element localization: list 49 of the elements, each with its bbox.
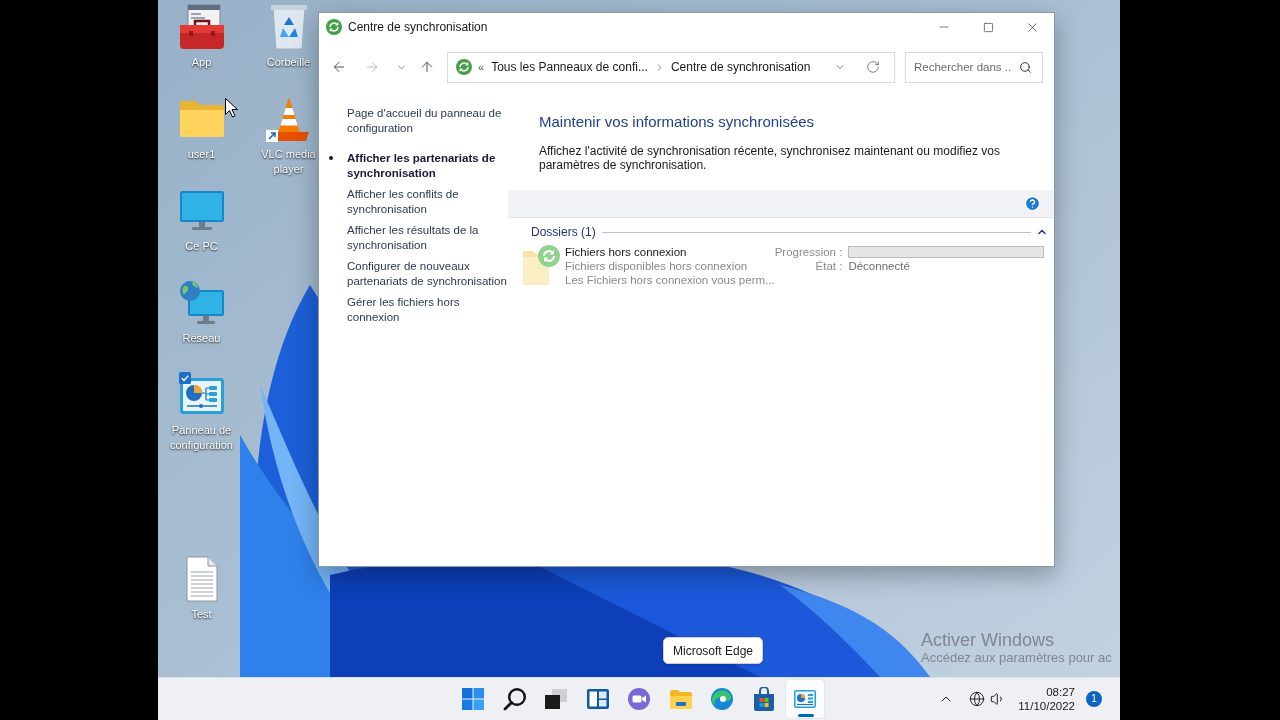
browser-icon[interactable] xyxy=(710,687,734,711)
item-name[interactable]: Fichiers hors connexion xyxy=(565,245,775,259)
sidebar-link[interactable]: Configurer de nouveaux partenariats de synchronisation xyxy=(347,259,507,288)
breadcrumb[interactable]: Centre de synchronisation xyxy=(670,58,811,76)
sidebar-link[interactable]: Afficher les conflits de synchronisation xyxy=(347,187,507,216)
maximize-icon[interactable] xyxy=(982,21,994,33)
item-subtitle: Fichiers disponibles hors connexion xyxy=(565,259,749,273)
taskbar-button[interactable] xyxy=(785,679,825,719)
globe-icon[interactable] xyxy=(969,691,986,707)
dashboard-chart-icon[interactable] xyxy=(793,687,817,711)
notification-badge[interactable]: 1 xyxy=(1086,691,1102,707)
windows-logo-icon[interactable] xyxy=(461,687,485,711)
clock-time[interactable]: 08:27 xyxy=(1046,685,1075,699)
sync-icon xyxy=(456,59,472,75)
help-icon[interactable] xyxy=(1024,195,1041,212)
folder-icon[interactable] xyxy=(668,687,693,711)
sidebar-link[interactable]: Afficher les résultats de la synchronisation xyxy=(347,223,507,252)
window-title: Centre de synchronisation xyxy=(348,19,488,36)
widgets-icon[interactable] xyxy=(585,687,610,711)
breadcrumb[interactable]: Tous les Panneaux de confi... xyxy=(491,58,648,76)
toolbox-icon[interactable] xyxy=(178,4,225,50)
address-bar[interactable]: « Tous les Panneaux de confi... Centre de synchronisation xyxy=(447,51,895,83)
task-view-icon[interactable] xyxy=(544,687,568,711)
status-label: État : xyxy=(815,259,843,273)
page-heading: Maintenir vos informations synchronisées xyxy=(538,112,816,131)
search-icon[interactable] xyxy=(502,687,527,711)
bullet-icon xyxy=(329,156,333,160)
search-field[interactable]: Rechercher dans ... xyxy=(905,51,1043,83)
breadcrumb-overflow[interactable]: « xyxy=(478,58,485,76)
status-value: Déconnecté xyxy=(848,259,910,273)
video-chat-icon[interactable] xyxy=(627,687,651,711)
page-description: Affichez l'activité de synchronisation récente, synchronisez maintenant ou modifiez vos paramètres de synchronisation. xyxy=(539,144,1001,172)
clock-date[interactable]: 11/10/2022 xyxy=(1018,699,1075,713)
mouse-cursor-icon xyxy=(225,98,238,118)
sidebar-link[interactable]: Afficher les partenariats de synchronisation xyxy=(347,151,507,180)
search-icon[interactable] xyxy=(1019,60,1032,74)
back-arrow-icon[interactable] xyxy=(331,59,347,75)
shopping-bag-icon[interactable] xyxy=(751,687,776,711)
refresh-icon[interactable] xyxy=(866,60,880,74)
sidebar-link[interactable]: Page d'accueil du panneau de configuration xyxy=(347,106,507,135)
tooltip: Microsoft Edge xyxy=(663,637,764,664)
group-header: Dossiers (1) xyxy=(531,225,596,239)
progress-label: Progression : xyxy=(774,245,843,259)
activation-notice-title: Activer Windows xyxy=(921,630,1056,650)
checkbox-icon[interactable] xyxy=(178,372,191,384)
item-details: Les Fichiers hors connexion vous perm... xyxy=(565,273,775,287)
sidebar-link[interactable]: Gérer les fichiers hors connexion xyxy=(347,295,507,324)
sync-icon xyxy=(326,19,342,35)
activation-notice-text: Accédez aux paramètres pour ac xyxy=(921,650,1112,666)
